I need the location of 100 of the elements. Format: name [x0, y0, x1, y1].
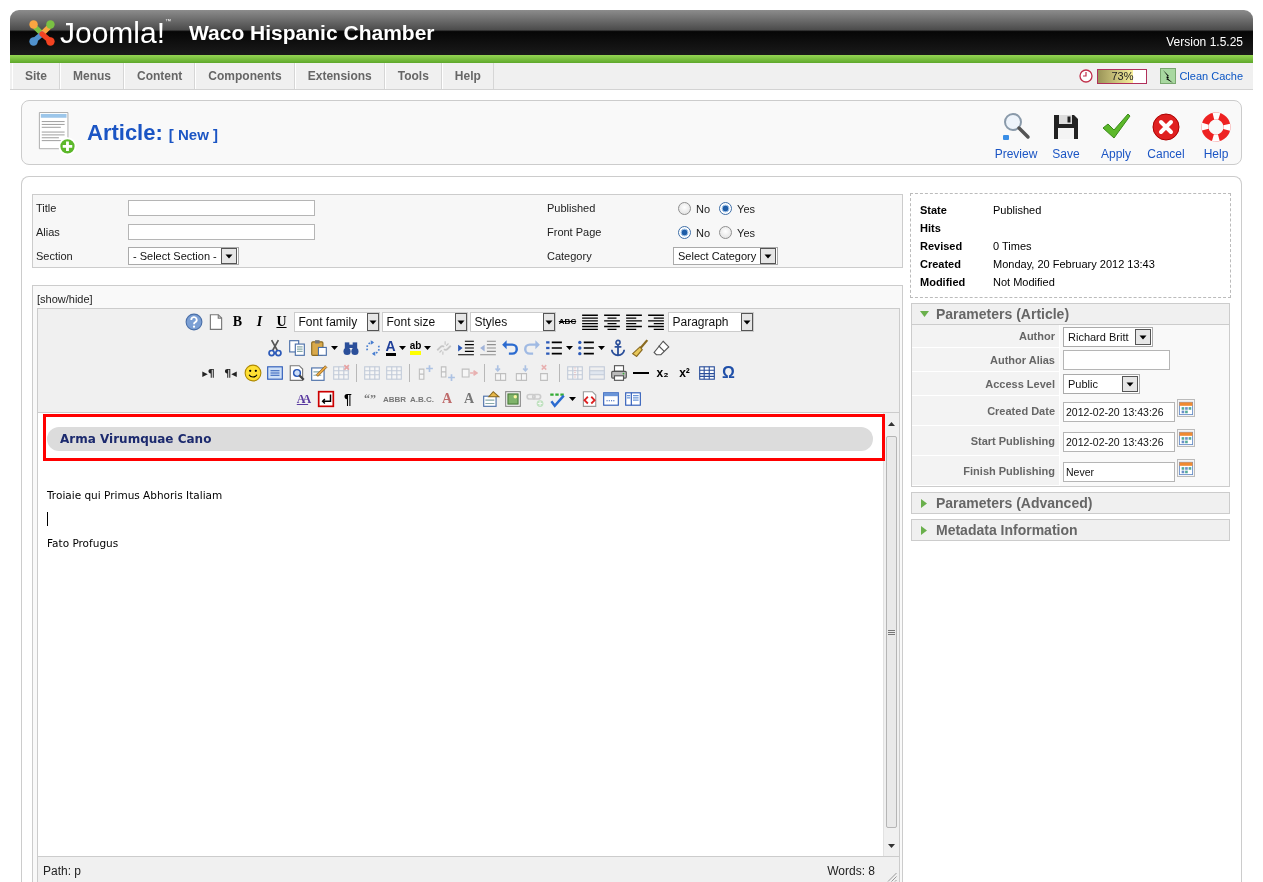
panel-header[interactable]: Parameters (Article)	[912, 304, 1229, 325]
clean-cache-link[interactable]: Clean Cache	[1160, 68, 1243, 84]
menu-item[interactable]: Tools	[384, 63, 442, 89]
edit-button[interactable]	[308, 363, 329, 384]
align-left-icon	[624, 312, 643, 331]
special-character-button[interactable]: Ω	[718, 363, 739, 384]
save-button[interactable]: Save	[1041, 110, 1091, 161]
caret-icon	[598, 345, 606, 350]
radio-button[interactable]	[678, 225, 691, 239]
detail-label: Created	[920, 258, 962, 270]
merge-cells-icon	[587, 364, 606, 383]
caret-icon	[220, 248, 237, 264]
menu-item[interactable]: Menus	[60, 63, 125, 89]
text-field[interactable]	[128, 224, 315, 240]
print-button[interactable]	[608, 363, 629, 384]
help-button[interactable]: Help	[1191, 110, 1241, 161]
cancel-button[interactable]: Cancel	[1141, 110, 1191, 161]
superscript-button[interactable]: x²	[674, 363, 695, 384]
radio-label: Yes	[737, 227, 755, 239]
undo-button[interactable]	[500, 337, 521, 358]
broken-chain-icon	[435, 338, 454, 357]
caret-icon	[542, 312, 555, 331]
printer-icon	[609, 364, 628, 383]
dropdown[interactable]: Font family	[293, 311, 380, 332]
right-to-left-button[interactable]: ¶◂	[220, 363, 241, 384]
dotted-arrows-icon	[363, 338, 382, 357]
field-label: Author	[912, 325, 1060, 348]
panel-header[interactable]: Metadata Information	[912, 520, 1229, 540]
bullet-list-icon	[577, 338, 596, 357]
show-hide-link[interactable]: [show/hide]	[37, 292, 93, 308]
dropdown[interactable]: Public	[1063, 374, 1140, 394]
code-icon	[580, 390, 599, 409]
menu-item[interactable]: Content	[124, 63, 196, 89]
caret-icon	[424, 345, 432, 350]
cleanup-button[interactable]	[630, 337, 651, 358]
underline-button[interactable]: U	[271, 311, 292, 332]
left-to-right-button[interactable]: ▸¶	[198, 363, 219, 384]
radio-label: Yes	[737, 203, 755, 215]
menu-item[interactable]: Components	[195, 63, 295, 89]
subscript-button[interactable]: x₂	[652, 363, 673, 384]
date-field[interactable]: 2012-02-20 13:43:26	[1063, 402, 1175, 422]
text-field[interactable]	[128, 200, 315, 216]
visual-aid-button[interactable]	[315, 389, 336, 410]
check-icon	[548, 390, 567, 409]
field-label: Published	[547, 202, 597, 214]
logo-text: Joomla!$^{™}$	[60, 15, 172, 50]
attributes-button[interactable]	[481, 389, 502, 410]
dropdown[interactable]: Paragraph	[667, 311, 754, 332]
style-button[interactable]: AA	[293, 389, 314, 410]
radio-button[interactable]	[678, 201, 691, 215]
date-field[interactable]: 2012-02-20 13:43:26	[1063, 432, 1175, 452]
radio-label: No	[696, 227, 711, 239]
menu-item[interactable]: Help	[441, 63, 494, 89]
menu-item[interactable]: Site	[12, 63, 60, 89]
copy-button[interactable]	[286, 337, 307, 358]
date-field[interactable]: Never	[1063, 462, 1175, 482]
preview-button[interactable]: Preview	[991, 110, 1041, 161]
radio-label: No	[696, 203, 711, 215]
panel-header[interactable]: Parameters (Advanced)	[912, 493, 1229, 513]
field-label: Title	[36, 202, 58, 214]
calendar-icon	[1179, 401, 1193, 415]
calendar-icon	[1179, 431, 1193, 445]
emoticon-button[interactable]	[242, 363, 263, 384]
detail-label: Revised	[920, 240, 964, 252]
image-button[interactable]	[503, 389, 524, 410]
strikethrough-button[interactable]: ABC	[557, 311, 578, 332]
scrollbar[interactable]	[883, 413, 899, 856]
field-label: Section	[36, 250, 74, 262]
align-center-icon	[602, 312, 621, 331]
indent-icon	[457, 338, 476, 357]
undo-icon	[501, 338, 520, 357]
dropdown[interactable]: Select Category	[673, 247, 779, 265]
text-field[interactable]	[1063, 350, 1170, 370]
apply-button[interactable]: Apply	[1091, 110, 1141, 161]
menu-item[interactable]: Extensions	[294, 63, 385, 89]
eraser-icon	[653, 338, 672, 357]
calendar-button[interactable]	[1177, 429, 1195, 447]
table-cross-icon	[331, 364, 350, 383]
paste-button[interactable]	[308, 337, 339, 358]
visual-characters-button[interactable]: ¶	[337, 389, 358, 410]
help-button[interactable]	[183, 311, 204, 332]
page-magnifier-icon	[287, 364, 306, 383]
table-row-icon	[362, 364, 381, 383]
dropdown[interactable]: Font size	[381, 311, 468, 332]
dropdown[interactable]: Richard Britt	[1063, 326, 1153, 347]
text-color-button[interactable]: A	[384, 337, 407, 358]
field-label: Finish Publishing	[912, 456, 1060, 486]
magnifier-icon	[1000, 110, 1032, 143]
highlight-button[interactable]: ab	[408, 337, 433, 358]
bold-button[interactable]: B	[227, 311, 248, 332]
scroll-thumb[interactable]	[886, 436, 897, 828]
dropdown[interactable]: - Select Section -	[128, 247, 239, 265]
italic-button[interactable]: I	[249, 311, 270, 332]
dropdown[interactable]: Styles	[469, 311, 556, 332]
radio-button[interactable]	[719, 225, 733, 239]
calendar-button[interactable]	[1177, 399, 1195, 417]
radio-button[interactable]	[719, 201, 733, 215]
scissors-icon	[265, 338, 284, 357]
word-count: Words: 8	[827, 863, 875, 878]
calendar-button[interactable]	[1177, 459, 1195, 477]
